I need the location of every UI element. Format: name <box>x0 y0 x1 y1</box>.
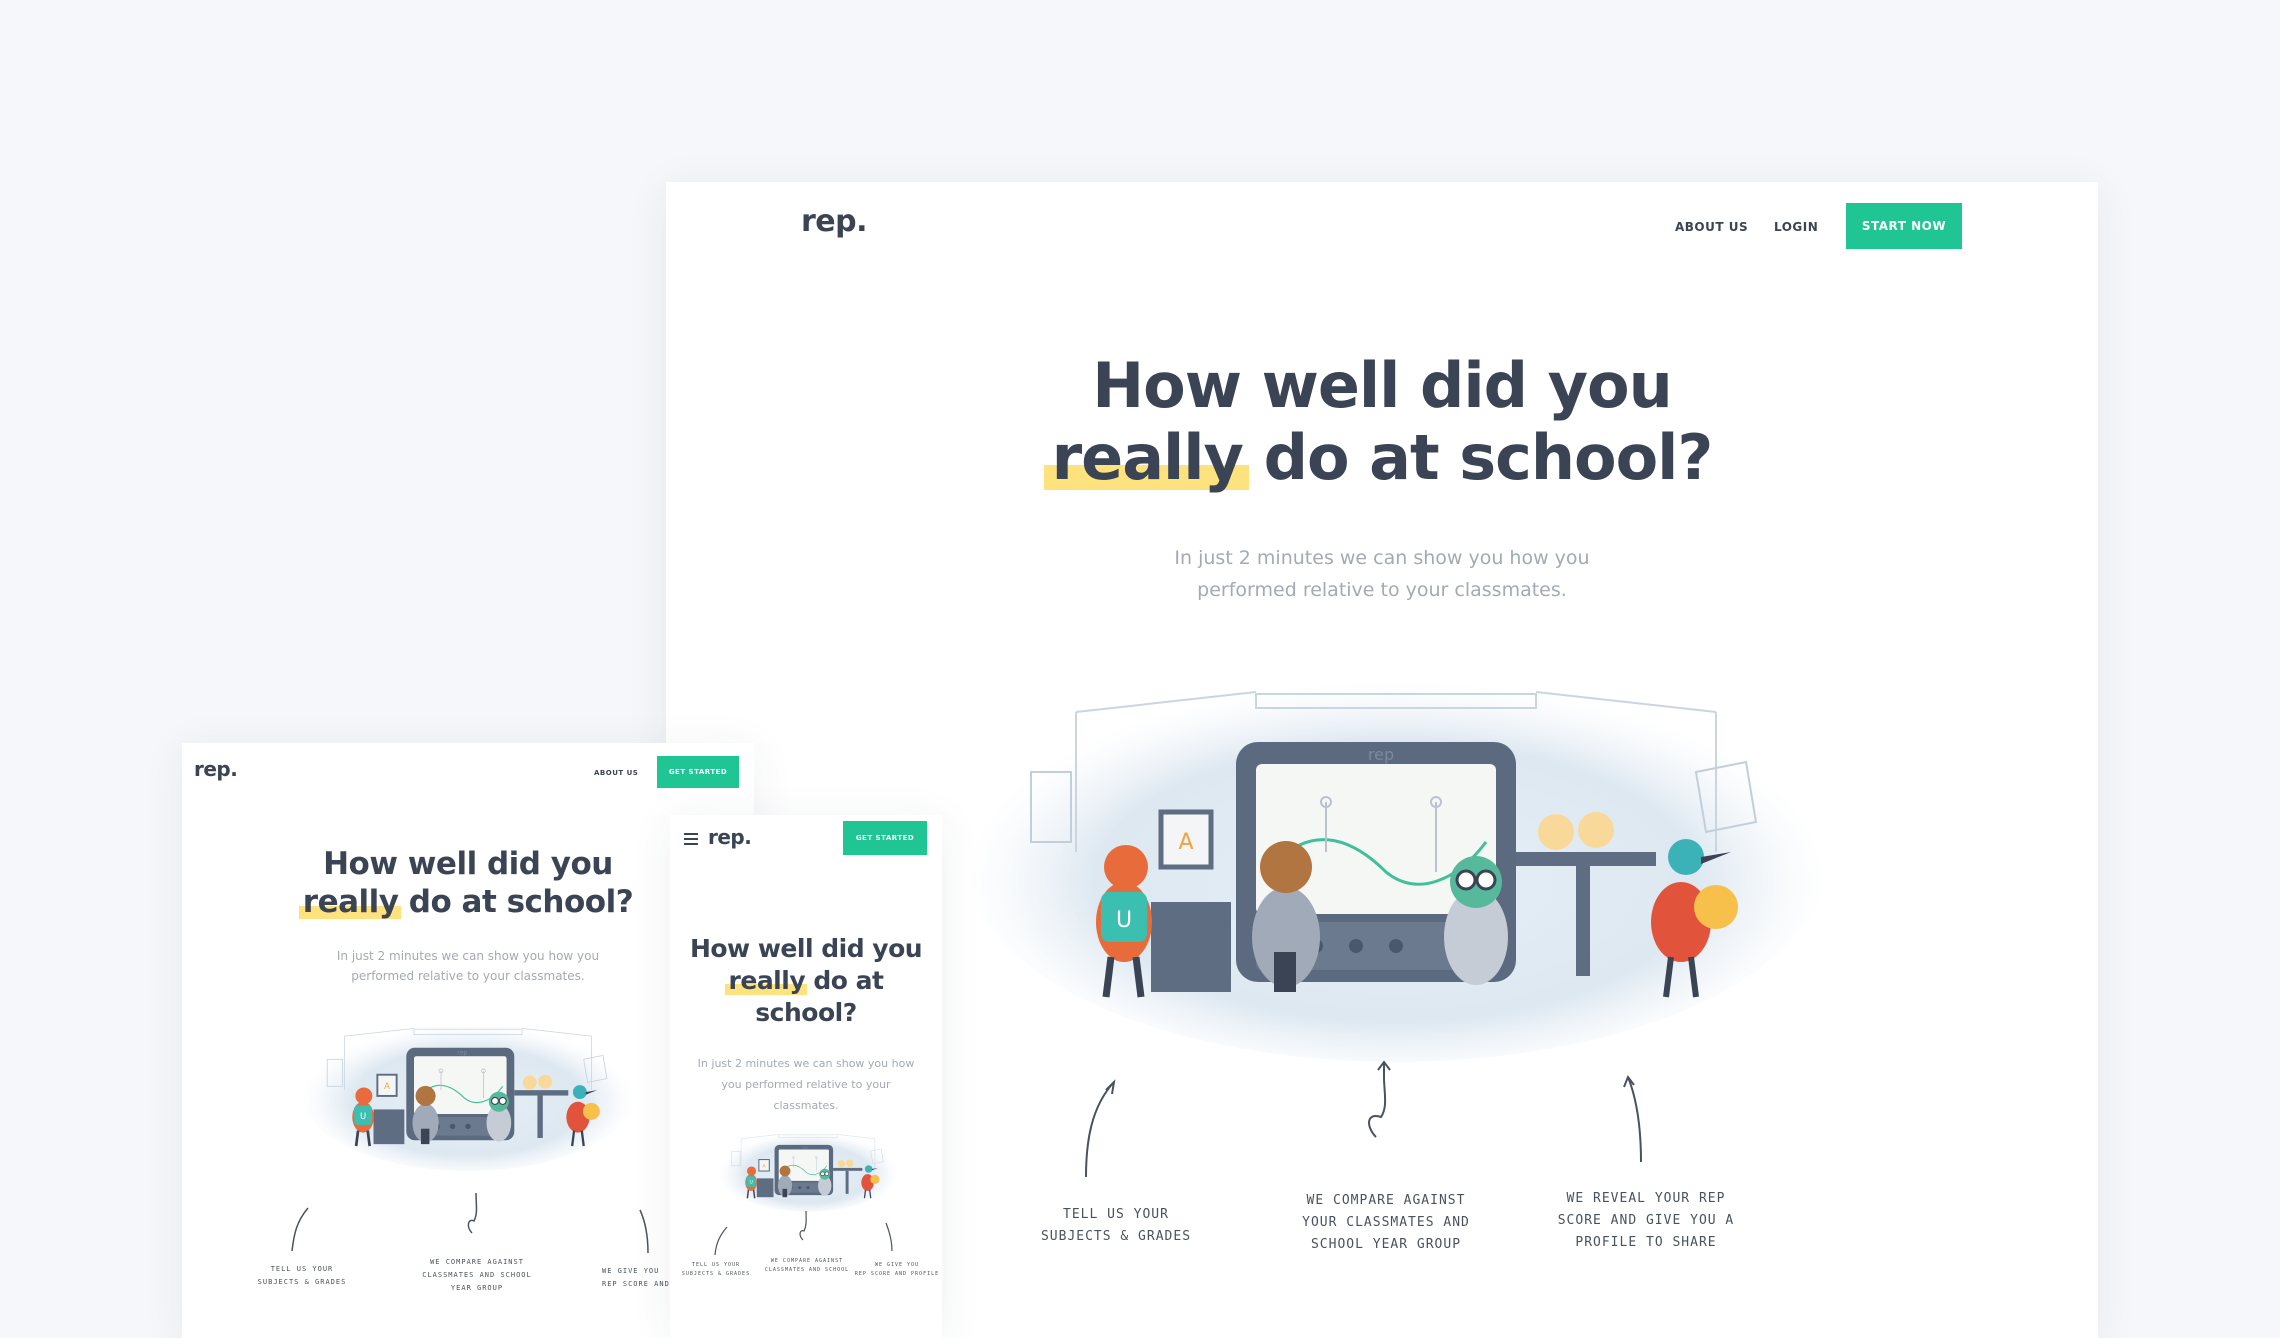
step-3: We reveal your rep score and give you a … <box>1526 1188 1766 1254</box>
step-2-line-3: school year group <box>1310 1237 1462 1252</box>
step-3-line-1: We reveal your rep <box>1566 1191 1726 1206</box>
step-1-line-1: Tell us your <box>1063 1207 1169 1222</box>
tablet-preview: rep. ABOUT US GET STARTED How well did y… <box>182 743 754 1338</box>
tablet-step-2-line-3: year group <box>450 1284 504 1292</box>
tablet-step-arrows <box>291 1192 649 1254</box>
phone-step-1-line-1: Tell us your <box>691 1262 741 1268</box>
step-2-line-2: your classmates and <box>1302 1215 1470 1230</box>
phone-step-2-line-2: classmates and school <box>764 1267 850 1273</box>
phone-step-1-line-2: Subjects & Grades <box>681 1271 751 1277</box>
tablet-step-1-line-1: Tell us your <box>270 1265 334 1273</box>
step-1: Tell us your Subjects & Grades <box>1006 1204 1226 1248</box>
phone-preview: rep. GET STARTED How well did you really… <box>670 815 942 1338</box>
step-3-line-2: score and give you a <box>1557 1213 1735 1228</box>
phone-step-3-line-1: We give you <box>874 1262 920 1268</box>
phone-step-2: We compare against classmates and school <box>760 1257 854 1275</box>
phone-step-3: We give you rep score and profile <box>854 1261 940 1279</box>
phone-step-3-line-2: rep score and profile <box>854 1271 940 1277</box>
step-1-line-2: Subjects & Grades <box>1040 1229 1192 1244</box>
phone-step-1: Tell us your Subjects & Grades <box>674 1261 758 1279</box>
phone-step-2-line-1: We compare against <box>770 1258 844 1264</box>
step-2: We compare against your classmates and s… <box>1256 1190 1516 1256</box>
tablet-step-2-line-2: classmates and school <box>422 1271 532 1279</box>
tablet-step-2: We compare against classmates and school… <box>397 1256 557 1295</box>
tablet-step-2-line-1: We compare against <box>430 1258 524 1266</box>
step-3-line-3: profile to share <box>1575 1235 1717 1250</box>
tablet-step-1-line-2: Subjects & Grades <box>257 1278 347 1286</box>
tablet-step-1: Tell us your Subjects & Grades <box>232 1263 372 1289</box>
step-2-line-1: We compare against <box>1306 1193 1466 1208</box>
